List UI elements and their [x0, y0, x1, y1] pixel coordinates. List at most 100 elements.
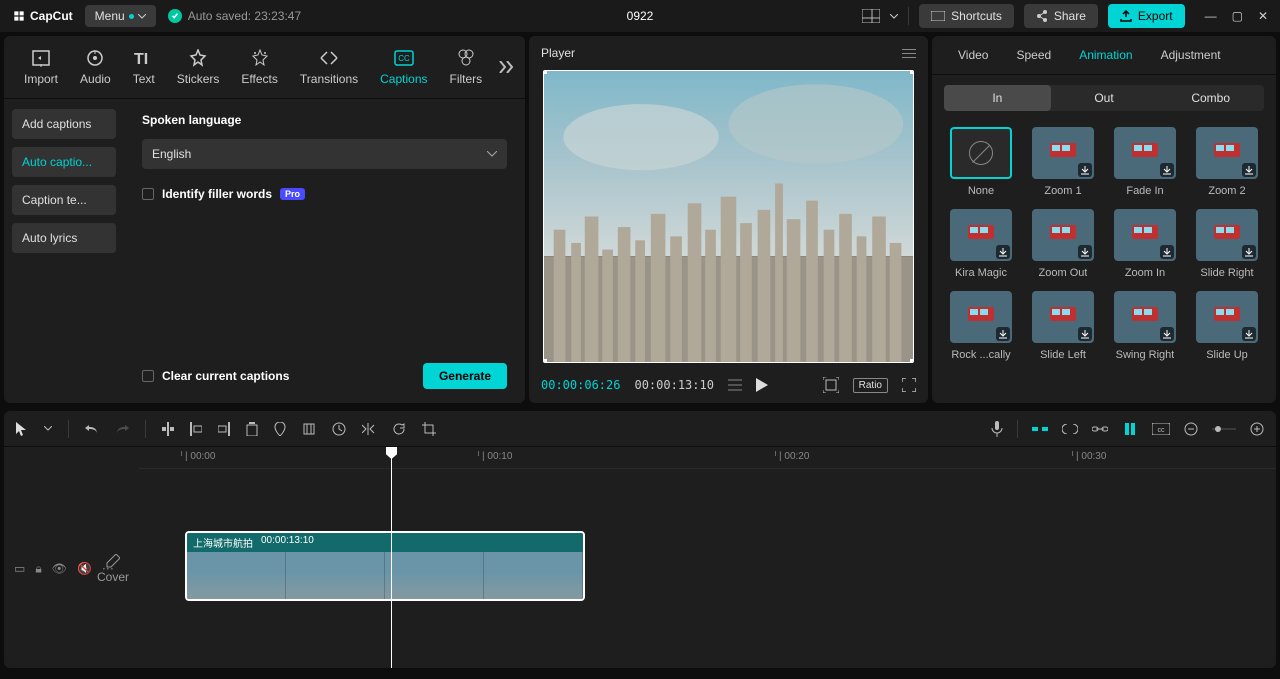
caption-option[interactable]: Caption te... [12, 185, 116, 215]
minimize-button[interactable]: — [1205, 9, 1217, 23]
crop2-tool[interactable] [422, 422, 436, 436]
media-more-button[interactable] [494, 57, 518, 77]
app-logo: CapCut [12, 9, 73, 23]
menu-button[interactable]: Menu [85, 5, 156, 27]
anim-preset[interactable]: Zoom Out [1026, 209, 1100, 279]
properties-panel: VideoSpeedAnimationAdjustment InOutCombo… [932, 36, 1276, 403]
media-panel: ImportAudioTITextStickersEffectsTransiti… [4, 36, 525, 403]
project-title[interactable]: 0922 [627, 9, 654, 23]
mute-icon[interactable]: 🔇 [77, 561, 92, 576]
language-select[interactable]: English [142, 139, 507, 169]
mirror-tool[interactable] [362, 423, 376, 435]
trim-left-tool[interactable] [190, 422, 202, 436]
lock-icon[interactable]: 🔒︎ [35, 561, 41, 576]
check-icon [168, 9, 182, 23]
export-icon [1120, 10, 1132, 22]
more-icon[interactable]: ⋯ [102, 561, 114, 576]
media-tab-captions[interactable]: CCCaptions [370, 44, 437, 90]
zoom-slider[interactable] [1212, 425, 1236, 433]
prop-tab-video[interactable]: Video [944, 36, 1002, 74]
list-icon[interactable] [728, 379, 742, 391]
mic-icon[interactable] [991, 421, 1003, 437]
ratio-button[interactable]: Ratio [853, 378, 888, 393]
shortcuts-button[interactable]: Shortcuts [919, 4, 1014, 28]
anim-preset[interactable]: Swing Right [1108, 291, 1182, 361]
media-tab-text[interactable]: TIText [123, 44, 165, 90]
anim-preset[interactable]: Fade In [1108, 127, 1182, 197]
media-tab-filters[interactable]: Filters [440, 44, 493, 90]
caption-option[interactable]: Auto lyrics [12, 223, 116, 253]
keyboard-icon [931, 11, 945, 21]
delete-tool[interactable] [246, 422, 258, 436]
track-toggle-icon[interactable]: ▭ [14, 561, 25, 576]
share-button[interactable]: Share [1024, 4, 1098, 28]
timeline-panel: cc | 00:00| 00:10| 00:20| 00:30 ▭ 🔒︎ 👁 🔇… [4, 411, 1276, 668]
trim-right-tool[interactable] [218, 422, 230, 436]
media-tab-stickers[interactable]: Stickers [167, 44, 230, 90]
media-tab-audio[interactable]: Audio [70, 44, 121, 90]
eye-icon[interactable]: 👁 [52, 561, 67, 576]
chevron-down-icon [487, 151, 497, 157]
maximize-button[interactable]: ▢ [1232, 9, 1243, 23]
caption-option[interactable]: Auto captio... [12, 147, 116, 177]
prop-tab-animation[interactable]: Animation [1065, 36, 1146, 74]
anim-preset[interactable]: Zoom In [1108, 209, 1182, 279]
close-button[interactable]: ✕ [1258, 9, 1268, 23]
generate-button[interactable]: Generate [423, 363, 507, 389]
anim-tab-combo[interactable]: Combo [1157, 85, 1264, 111]
timeline-tracks[interactable]: 上海城市航拍 00:00:13:10 [139, 469, 1276, 668]
caption-option[interactable]: Add captions [12, 109, 116, 139]
layout-icon[interactable] [862, 9, 880, 23]
zoom-in-button[interactable] [1250, 422, 1264, 436]
split-tool[interactable] [162, 422, 174, 436]
prop-tab-adjustment[interactable]: Adjustment [1147, 36, 1235, 74]
video-preview[interactable] [543, 70, 914, 363]
reverse-tool[interactable] [332, 422, 346, 436]
undo-button[interactable] [85, 423, 99, 435]
media-tab-transitions[interactable]: Transitions [290, 44, 368, 90]
link2-tool[interactable] [1092, 425, 1108, 433]
ruler-mark: | 00:00 [185, 451, 215, 462]
clear-checkbox[interactable] [142, 370, 154, 382]
filler-label: Identify filler words [162, 187, 272, 201]
selection-tool[interactable] [16, 422, 28, 436]
video-clip[interactable]: 上海城市航拍 00:00:13:10 [185, 531, 585, 601]
clear-label: Clear current captions [162, 369, 289, 383]
anim-preset[interactable]: Kira Magic [944, 209, 1018, 279]
anim-preset[interactable]: Zoom 2 [1190, 127, 1264, 197]
fullscreen-button[interactable] [902, 378, 916, 392]
anim-preset[interactable]: Zoom 1 [1026, 127, 1100, 197]
link-tool[interactable] [1062, 424, 1078, 434]
chevron-down-icon[interactable] [44, 426, 52, 431]
marker-tool[interactable] [274, 422, 286, 436]
media-tab-import[interactable]: Import [14, 44, 68, 90]
svg-text:TI: TI [134, 51, 148, 66]
redo-button[interactable] [115, 423, 129, 435]
total-time: 00:00:13:10 [634, 378, 713, 392]
spoken-language-label: Spoken language [142, 113, 507, 127]
anim-preset[interactable]: Slide Up [1190, 291, 1264, 361]
filler-checkbox[interactable] [142, 188, 154, 200]
play-button[interactable] [756, 378, 768, 392]
rotate-tool[interactable] [392, 422, 406, 436]
scale-icon[interactable] [823, 377, 839, 393]
export-button[interactable]: Export [1108, 4, 1185, 28]
chevron-down-icon[interactable] [890, 14, 898, 19]
cc-tool[interactable]: cc [1152, 423, 1170, 435]
zoom-out-button[interactable] [1184, 422, 1198, 436]
clip-name: 上海城市航拍 [193, 535, 253, 550]
anim-preset[interactable]: Rock ...cally [944, 291, 1018, 361]
player-menu-button[interactable] [902, 49, 916, 58]
prop-tab-speed[interactable]: Speed [1002, 36, 1065, 74]
anim-preset[interactable]: Slide Left [1026, 291, 1100, 361]
anim-preset[interactable]: Slide Right [1190, 209, 1264, 279]
playhead[interactable] [391, 447, 392, 668]
anim-preset[interactable]: None [944, 127, 1018, 197]
crop-tool[interactable] [302, 422, 316, 436]
anim-tab-in[interactable]: In [944, 85, 1051, 111]
preview-tool[interactable] [1122, 423, 1138, 435]
magnet-tool[interactable] [1032, 423, 1048, 435]
anim-tab-out[interactable]: Out [1051, 85, 1158, 111]
clip-duration: 00:00:13:10 [261, 535, 314, 550]
media-tab-effects[interactable]: Effects [231, 44, 287, 90]
